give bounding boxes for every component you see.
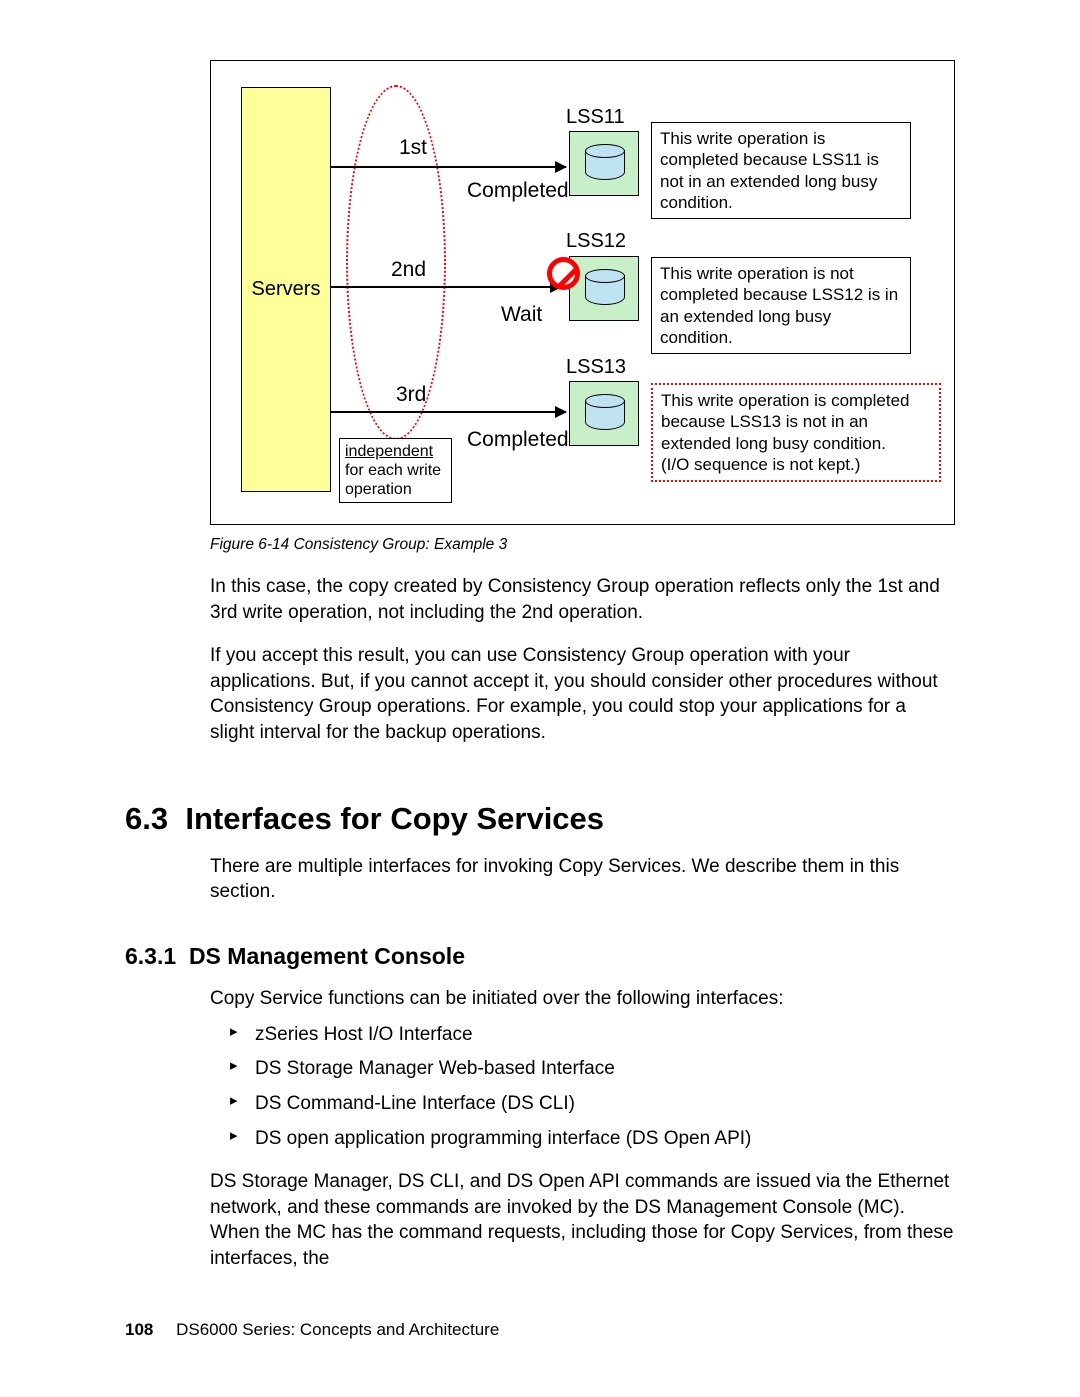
subsection-number: 6.3.1 — [125, 943, 176, 969]
list-item: DS Command-Line Interface (DS CLI) — [230, 1091, 950, 1117]
paragraph-result: In this case, the copy created by Consis… — [210, 574, 955, 625]
lss12-label: LSS12 — [566, 228, 626, 255]
arrow-2nd — [331, 286, 561, 288]
section-number: 6.3 — [125, 801, 168, 836]
prohibited-icon — [547, 257, 580, 290]
lss13-box — [569, 381, 639, 446]
servers-label: Servers — [241, 276, 331, 303]
lss12-box — [569, 256, 639, 321]
figure-caption: Figure 6-14 Consistency Group: Example 3 — [210, 535, 955, 556]
section-heading-6-3: 6.3 Interfaces for Copy Services — [125, 798, 955, 840]
figure-6-14: Servers 1st Completed LSS11 This write o… — [210, 60, 955, 525]
subsection-intro: Copy Service functions can be initiated … — [210, 986, 955, 1012]
ordinal-2nd: 2nd — [391, 256, 426, 284]
interface-list: zSeries Host I/O Interface DS Storage Ma… — [230, 1022, 950, 1152]
cylinder-icon — [585, 144, 625, 186]
paragraph-advice: If you accept this result, you can use C… — [210, 643, 955, 746]
ordinal-3rd: 3rd — [396, 381, 426, 409]
lss11-box — [569, 131, 639, 196]
page-footer: 108 DS6000 Series: Concepts and Architec… — [125, 1319, 499, 1342]
list-item: zSeries Host I/O Interface — [230, 1022, 950, 1048]
ordinal-1st: 1st — [399, 134, 427, 162]
callout-lss13: This write operation is completed becaus… — [651, 383, 941, 482]
ellipse-caption-rest-text: for each write operation — [345, 462, 441, 498]
list-item: DS Storage Manager Web-based Interface — [230, 1056, 950, 1082]
section-intro: There are multiple interfaces for invoki… — [210, 854, 955, 905]
ellipse-caption-box: independent for each write operation — [339, 438, 452, 503]
cylinder-icon — [585, 269, 625, 311]
subsection-paragraph: DS Storage Manager, DS CLI, and DS Open … — [210, 1169, 955, 1272]
callout-lss11: This write operation is completed becaus… — [651, 122, 911, 219]
list-item: DS open application programming interfac… — [230, 1126, 950, 1152]
lss11-label: LSS11 — [566, 104, 625, 131]
status-2nd: Wait — [501, 301, 542, 329]
ellipse-caption-underlined: independent — [345, 443, 433, 460]
status-1st: Completed — [467, 177, 569, 205]
page-number: 108 — [125, 1320, 153, 1339]
subsection-heading-6-3-1: 6.3.1 DS Management Console — [125, 941, 955, 972]
cylinder-icon — [585, 394, 625, 436]
subsection-title: DS Management Console — [189, 943, 465, 969]
arrow-1st — [331, 166, 566, 168]
page: Servers 1st Completed LSS11 This write o… — [125, 60, 955, 1272]
status-3rd: Completed — [467, 426, 569, 454]
book-title: DS6000 Series: Concepts and Architecture — [176, 1320, 499, 1339]
lss13-label: LSS13 — [566, 354, 626, 381]
section-title: Interfaces for Copy Services — [185, 801, 604, 836]
arrow-3rd — [331, 411, 566, 413]
callout-lss12: This write operation is not completed be… — [651, 257, 911, 354]
